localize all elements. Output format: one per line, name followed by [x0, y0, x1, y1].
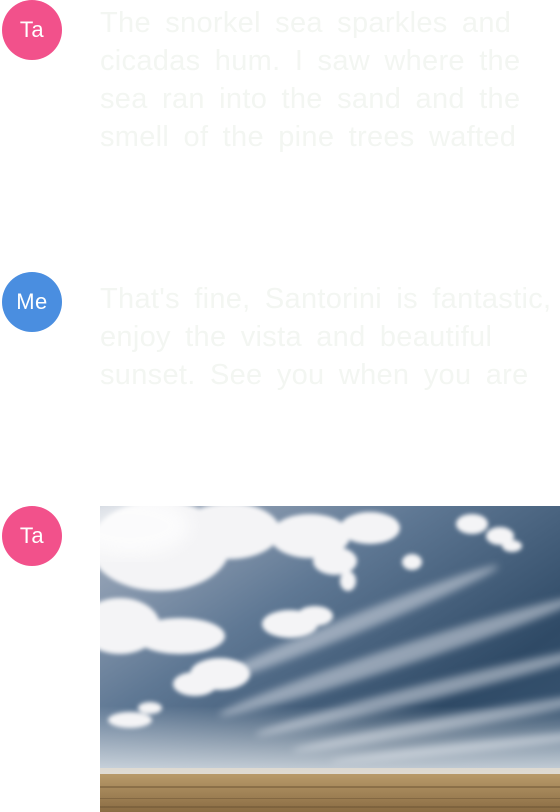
landscape-photo — [100, 506, 560, 812]
message-text: The snorkel sea sparkles and cicadas hum… — [100, 7, 521, 153]
message-incoming-1: Ta The snorkel sea sparkles and cicadas … — [0, 0, 560, 200]
message-outgoing-1: Me That's fine, Santorini is fantastic, … — [0, 272, 560, 422]
avatar[interactable]: Me — [2, 272, 62, 332]
avatar[interactable]: Ta — [2, 0, 62, 60]
message-text: That's fine, Santorini is fantastic, enj… — [100, 283, 552, 391]
avatar[interactable]: Ta — [2, 506, 62, 566]
chat-thread: Ta The snorkel sea sparkles and cicadas … — [0, 0, 560, 812]
message-image[interactable] — [100, 506, 560, 812]
